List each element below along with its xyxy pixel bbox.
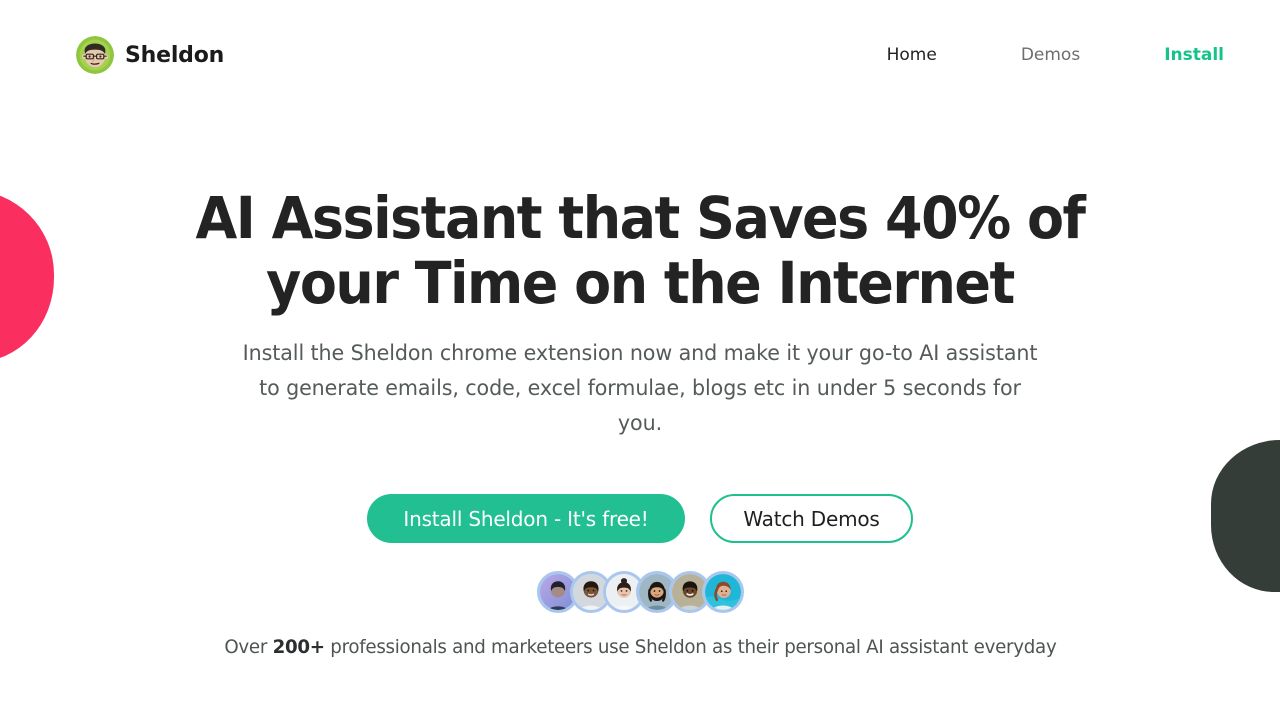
brand-name: Sheldon — [125, 42, 225, 68]
social-proof-suffix: professionals and marketeers use Sheldon… — [324, 636, 1057, 658]
landing-page: Sheldon Home Demos Install AI Assistant … — [0, 0, 1280, 720]
user-avatar-group — [536, 571, 744, 613]
social-proof-prefix: Over — [223, 636, 273, 658]
sheldon-face-avatar-icon — [76, 36, 114, 74]
nav-item-home[interactable]: Home — [887, 39, 937, 71]
hero-subheadline: Install the Sheldon chrome extension now… — [242, 341, 1038, 436]
site-header: Sheldon Home Demos Install — [0, 0, 1280, 110]
social-proof-count: 200+ — [272, 636, 325, 658]
nav-item-demos[interactable]: Demos — [1021, 39, 1080, 71]
brand-logo-link[interactable]: Sheldon — [76, 36, 224, 74]
cta-button-row: Install Sheldon - It's free! Watch Demos — [367, 494, 913, 543]
watch-demos-button[interactable]: Watch Demos — [710, 494, 913, 543]
social-proof-text: Over 200+ professionals and marketeers u… — [224, 636, 1056, 658]
page-title: AI Assistant that Saves 40% of your Time… — [195, 184, 1086, 317]
user-avatar-6 — [701, 571, 744, 613]
nav-item-install[interactable]: Install — [1164, 39, 1224, 71]
install-sheldon-button[interactable]: Install Sheldon - It's free! — [367, 494, 685, 543]
main-nav: Home Demos Install — [803, 39, 1224, 71]
